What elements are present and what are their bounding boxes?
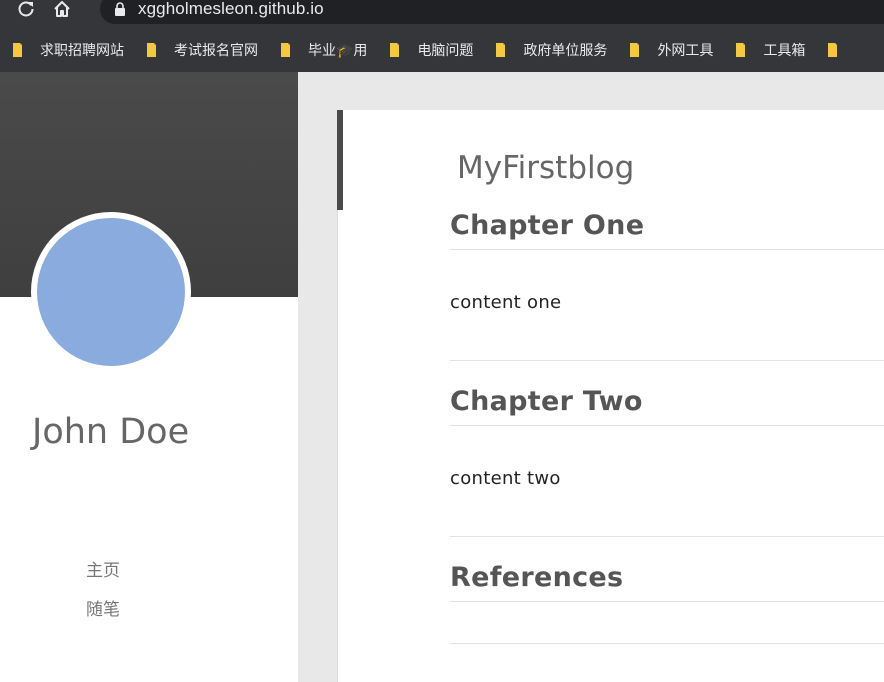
avatar (31, 212, 191, 372)
section-content: content one (450, 292, 562, 313)
post-section: Chapter One content one (450, 210, 884, 313)
bookmark-folder-overflow[interactable] (815, 35, 865, 65)
folder-icon (147, 43, 156, 57)
bookmark-label: 外网工具 (657, 43, 714, 59)
post-section: Chapter Two content two (450, 386, 884, 489)
bookmark-folder[interactable]: 毕业🎓用 (268, 35, 377, 65)
url-text: xggholmesleon.github.io (138, 0, 324, 18)
section-content: content two (450, 468, 561, 489)
browser-toolbar: xggholmesleon.github.io (0, 0, 884, 28)
post-card: MyFirstblog Chapter One content one Chap… (337, 110, 884, 682)
page: John Doe 主页 随笔 MyFirstblog Chapter One c… (0, 72, 884, 682)
folder-icon (13, 43, 22, 57)
bookmark-folder[interactable]: 工具箱 (723, 35, 815, 65)
blog-title: MyFirstblog (457, 150, 635, 186)
home-icon[interactable] (48, 0, 76, 19)
bookmark-label: 考试报名官网 (174, 43, 258, 59)
section-divider (450, 536, 884, 537)
folder-icon (630, 43, 640, 57)
bookmarks-bar: 求职招聘网站 考试报名官网 毕业🎓用 电脑问题 政府单位服务 外网工具 工具箱 (0, 28, 884, 73)
address-bar[interactable]: xggholmesleon.github.io (100, 0, 884, 24)
bookmark-label: 电脑问题 (417, 43, 474, 59)
folder-icon (736, 43, 746, 57)
card-accent-bar (337, 110, 343, 210)
folder-icon (281, 43, 290, 57)
section-divider (450, 360, 884, 361)
nav-link-home[interactable]: 主页 (86, 558, 120, 597)
section-heading: Chapter Two (450, 386, 884, 426)
bookmark-folder[interactable]: 考试报名官网 (134, 35, 268, 65)
bookmark-label: 工具箱 (763, 43, 806, 59)
folder-icon (496, 43, 506, 57)
reload-icon[interactable] (12, 0, 40, 19)
folder-icon (390, 43, 400, 57)
side-nav: 主页 随笔 (86, 558, 120, 636)
section-heading: References (450, 562, 884, 602)
bookmark-folder[interactable]: 电脑问题 (377, 35, 483, 65)
sidebar: John Doe 主页 随笔 (0, 72, 298, 682)
bookmark-label: 求职招聘网站 (40, 43, 124, 59)
bookmark-folder[interactable]: 政府单位服务 (483, 35, 617, 65)
nav-link-essays[interactable]: 随笔 (86, 597, 120, 636)
author-name: John Doe (32, 412, 190, 452)
folder-icon (828, 43, 838, 57)
lock-icon (114, 2, 126, 16)
bookmark-label: 政府单位服务 (523, 43, 608, 59)
bookmark-label: 毕业🎓用 (308, 43, 368, 59)
bookmark-folder[interactable]: 外网工具 (617, 35, 723, 65)
section-heading: Chapter One (450, 210, 884, 250)
bookmark-folder[interactable]: 求职招聘网站 (0, 35, 134, 65)
post-section: References (450, 562, 884, 602)
section-divider (450, 643, 884, 644)
